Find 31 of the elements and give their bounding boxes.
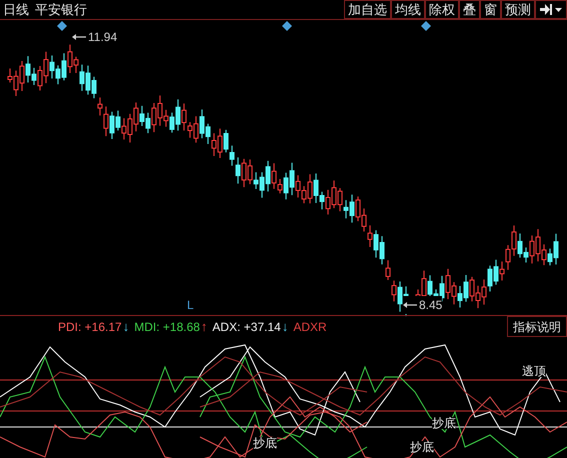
indicator-value: ADXR — [293, 318, 327, 336]
toolbar-button[interactable]: 窗 — [480, 0, 501, 19]
signal-label: 抄底 — [253, 437, 277, 449]
toolbar-button[interactable]: 除权 — [425, 0, 459, 19]
arrow-to-bar-icon — [540, 4, 552, 15]
diamond-icon — [57, 21, 67, 31]
diamond-icon — [421, 21, 431, 31]
indicator-value: PDI: +16.17 — [58, 318, 122, 336]
signal-label: 抄底 — [410, 441, 434, 453]
toolbar-button[interactable]: 叠 — [459, 0, 480, 19]
left-arrow-icon — [72, 34, 86, 40]
indicator-value: ADX: +37.14 — [212, 318, 281, 336]
toolbar-button[interactable]: 均线 — [391, 0, 425, 19]
dropdown-caret-icon — [555, 8, 562, 12]
indicator-help-button[interactable]: 指标说明 — [507, 316, 567, 337]
low-price-label: 8.45 — [419, 297, 442, 314]
left-arrow-icon — [403, 302, 417, 308]
high-price-label: 11.94 — [88, 29, 118, 46]
signal-label: 逃顶 — [522, 365, 546, 377]
stock-name: 平安银行 — [34, 0, 88, 19]
toolbar-button[interactable]: 预测 — [501, 0, 535, 19]
marker-label: L — [187, 299, 194, 311]
collapse-button[interactable] — [535, 0, 567, 19]
trend-arrow: ↑ — [200, 318, 208, 336]
trend-arrow: ↓ — [282, 318, 288, 336]
diamond-icon — [282, 21, 292, 31]
trend-arrow: ↓ — [122, 318, 130, 336]
signal-label: 抄底 — [432, 417, 456, 429]
toolbar-button[interactable]: 加自选 — [344, 0, 391, 19]
indicator-value: MDI: +18.68 — [134, 318, 200, 336]
period-label[interactable]: 日线 — [0, 0, 32, 20]
